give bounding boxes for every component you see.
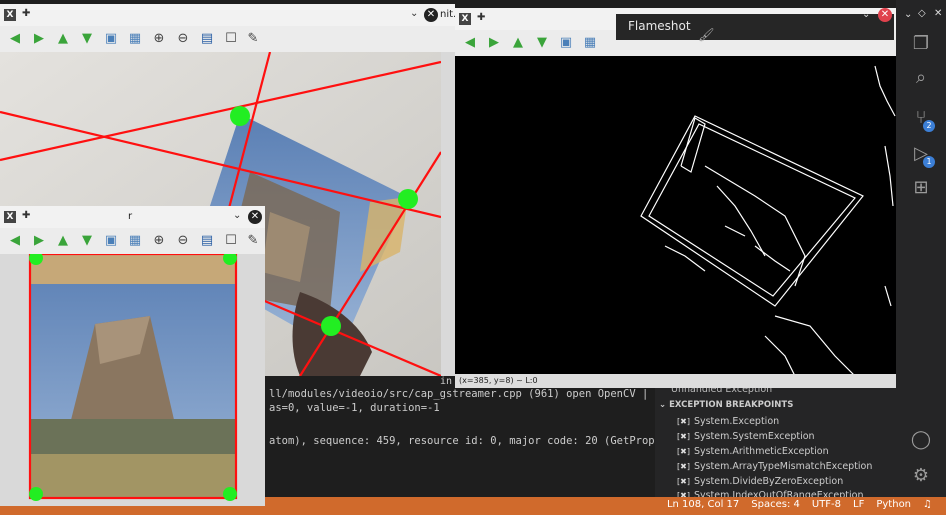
debug-badge: 1 (923, 156, 935, 168)
edge-window[interactable]: X ✚ ⌄ ✕ ◀ ▶ ▲ ▼ ▣ ▦ (x=385, y=8) ~ L:0 (455, 8, 896, 388)
breakpoint-item[interactable]: [✖] System.SystemException (677, 431, 815, 442)
notifications-bell-icon[interactable]: ♫ (923, 499, 932, 510)
brush-icon[interactable]: ✎ (244, 232, 262, 250)
main-window-titlebar[interactable]: X ✚ ⌄ ✕ nit.p (0, 4, 455, 26)
breakpoint-label: System.ArrayTypeMismatchException (693, 461, 873, 472)
encoding[interactable]: UTF-8 (812, 499, 841, 510)
run-debug-icon[interactable]: ▷ 1 (909, 142, 935, 168)
x11-logo-icon: X (4, 9, 16, 21)
exception-breakpoints-header[interactable]: ⌄ EXCEPTION BREAKPOINTS (659, 400, 793, 410)
zoom-in-icon[interactable]: ⊕ (150, 30, 168, 48)
gear-icon[interactable]: ⚙ (909, 464, 933, 488)
main-window-toolbar: ◀ ▶ ▲ ▼ ▣ ▦ ⊕ ⊖ ▤ ☐ ✎ (0, 26, 455, 52)
arrow-left-icon[interactable]: ◀ (461, 34, 479, 52)
close-icon[interactable]: ✕ (248, 210, 262, 224)
x11-logo-icon: X (459, 13, 471, 25)
save-icon[interactable]: ▤ (198, 30, 216, 48)
brush-icon[interactable]: ✎ (244, 30, 262, 48)
zoom-in-icon[interactable]: ⊕ (150, 232, 168, 250)
search-icon[interactable]: ⌕ (909, 66, 933, 90)
window-title: r (128, 211, 133, 222)
pin-icon[interactable]: ✚ (22, 210, 30, 221)
terminal-panel[interactable]: ll/modules/videoio/src/cap_gstreamer.cpp… (265, 378, 699, 497)
breakpoint-item[interactable]: [✖] System.ArrayTypeMismatchException (677, 461, 872, 472)
warped-image (0, 254, 265, 506)
pin-icon[interactable]: ✚ (477, 12, 485, 23)
edge-image (455, 56, 896, 376)
scm-badge: 2 (923, 120, 935, 132)
image-icon[interactable]: ▣ (557, 34, 575, 52)
image-fit-icon[interactable]: ▦ (126, 232, 144, 250)
close-icon[interactable]: ✕ (934, 8, 942, 19)
brush-icon[interactable]: 🖌 (698, 28, 715, 43)
properties-icon[interactable]: ☐ (222, 30, 240, 48)
section-title: EXCEPTION BREAKPOINTS (669, 400, 794, 410)
edge-status-bar: (x=385, y=8) ~ L:0 (455, 374, 896, 388)
extensions-icon[interactable]: ⊞ (909, 176, 933, 200)
arrow-up-icon[interactable]: ▲ (54, 30, 72, 48)
arrow-up-icon[interactable]: ▲ (509, 34, 527, 52)
image-icon[interactable]: ▣ (102, 30, 120, 48)
chevron-down-icon[interactable]: ⌄ (904, 9, 912, 20)
cursor-position[interactable]: Ln 108, Col 17 (667, 499, 739, 510)
checkbox-icon[interactable]: [✖] (677, 417, 690, 426)
terminal-line: atom), sequence: 459, resource id: 0, ma… (269, 435, 693, 447)
checkbox-icon[interactable]: [✖] (677, 477, 690, 486)
flameshot-label: Flameshot (616, 14, 894, 40)
arrow-right-icon[interactable]: ▶ (30, 30, 48, 48)
breakpoint-item[interactable]: [✖] System.DivideByZeroException (677, 476, 843, 487)
chevron-down-icon[interactable]: ⌄ (410, 8, 418, 19)
coordinate-readout: (x=385, y=8) ~ L:0 (459, 376, 538, 385)
source-control-icon[interactable]: ⑂ 2 (909, 106, 935, 132)
arrow-down-icon[interactable]: ▼ (78, 30, 96, 48)
zoom-out-icon[interactable]: ⊖ (174, 232, 192, 250)
crop-window[interactable]: X ✚ r ⌄ ✕ ◀ ▶ ▲ ▼ ▣ ▦ ⊕ ⊖ ▤ ☐ ✎ (0, 206, 265, 506)
account-icon[interactable]: ◯ (909, 428, 933, 452)
terminal-line: ll/modules/videoio/src/cap_gstreamer.cpp… (269, 388, 699, 400)
flameshot-title: Flameshot (628, 19, 691, 33)
debug-panel: Unhandled Exception ⌄ EXCEPTION BREAKPOI… (655, 378, 896, 501)
crop-window-toolbar: ◀ ▶ ▲ ▼ ▣ ▦ ⊕ ⊖ ▤ ☐ ✎ (0, 228, 265, 254)
image-fit-icon[interactable]: ▦ (126, 30, 144, 48)
arrow-right-icon[interactable]: ▶ (30, 232, 48, 250)
breakpoint-label: System.SystemException (693, 431, 815, 442)
zoom-out-icon[interactable]: ⊖ (174, 30, 192, 48)
diamond-icon[interactable]: ◇ (918, 8, 926, 19)
breakpoint-label: System.ArithmeticException (693, 446, 829, 457)
end-of-line[interactable]: LF (853, 499, 864, 510)
indentation[interactable]: Spaces: 4 (751, 499, 800, 510)
window-title: nit.p (440, 9, 455, 20)
breakpoint-item[interactable]: [✖] System.ArithmeticException (677, 446, 829, 457)
arrow-down-icon[interactable]: ▼ (78, 232, 96, 250)
terminal-fragment: in (440, 376, 453, 387)
language-mode[interactable]: Python (876, 499, 911, 510)
terminal-line: as=0, value=-1, duration=-1 (269, 402, 440, 414)
explorer-icon[interactable]: ❐ (909, 32, 933, 56)
breakpoint-label: System.Exception (693, 416, 780, 427)
activity-bar: ❐ ⌕ ⑂ 2 ▷ 1 ⊞ ◯ ⚙ (896, 0, 946, 497)
chevron-down-icon[interactable]: ⌄ (233, 210, 241, 221)
image-icon[interactable]: ▣ (102, 232, 120, 250)
save-icon[interactable]: ▤ (198, 232, 216, 250)
arrow-down-icon[interactable]: ▼ (533, 34, 551, 52)
image-fit-icon[interactable]: ▦ (581, 34, 599, 52)
arrow-left-icon[interactable]: ◀ (6, 30, 24, 48)
chevron-down-icon: ⌄ (659, 400, 667, 410)
checkbox-icon[interactable]: [✖] (677, 432, 690, 441)
pin-icon[interactable]: ✚ (22, 8, 30, 19)
crop-window-titlebar[interactable]: X ✚ r ⌄ ✕ (0, 206, 265, 228)
close-icon[interactable]: ✕ (424, 8, 438, 22)
arrow-up-icon[interactable]: ▲ (54, 232, 72, 250)
breakpoint-label: System.DivideByZeroException (693, 476, 844, 487)
arrow-right-icon[interactable]: ▶ (485, 34, 503, 52)
properties-icon[interactable]: ☐ (222, 232, 240, 250)
x11-logo-icon: X (4, 211, 16, 223)
checkbox-icon[interactable]: [✖] (677, 447, 690, 456)
close-icon[interactable]: ✕ (878, 8, 892, 22)
chevron-down-icon[interactable]: ⌄ (862, 9, 870, 20)
breakpoint-item[interactable]: [✖] System.Exception (677, 416, 779, 427)
checkbox-icon[interactable]: [✖] (677, 462, 690, 471)
arrow-left-icon[interactable]: ◀ (6, 232, 24, 250)
